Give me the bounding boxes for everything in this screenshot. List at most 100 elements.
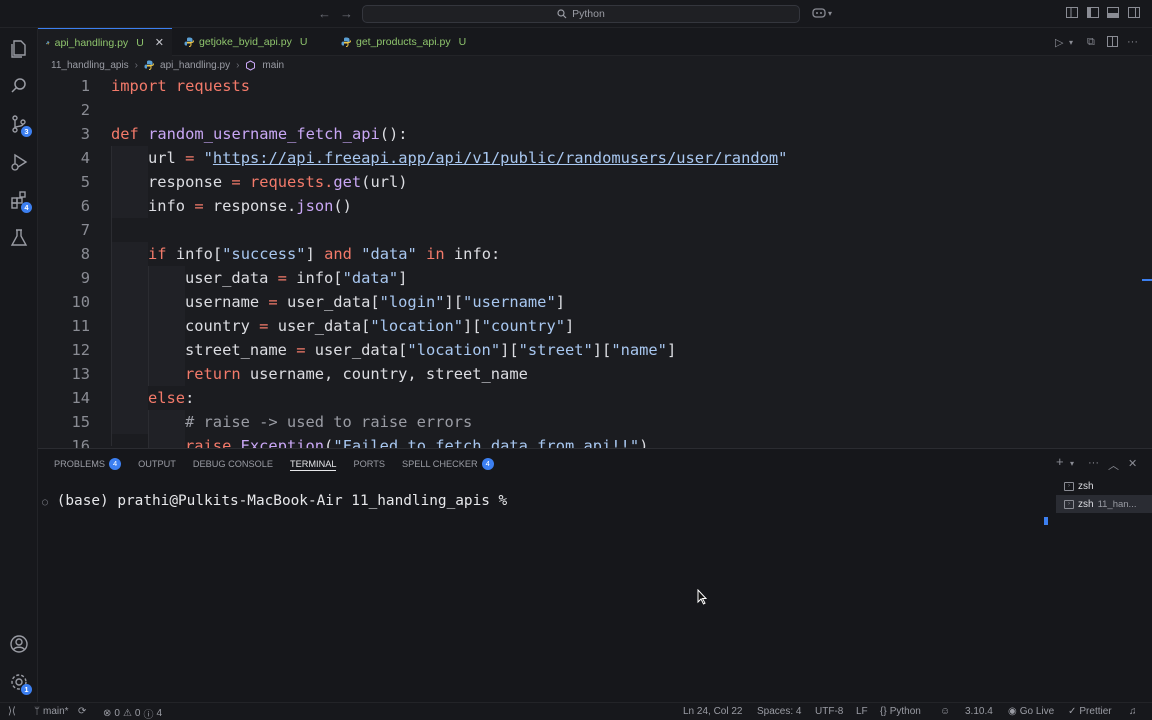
arrow-right-icon[interactable]: → — [340, 6, 353, 21]
prettier-status[interactable]: ✓ Prettier — [1068, 706, 1112, 717]
maximize-panel-icon[interactable]: ︿ — [1108, 457, 1119, 473]
python-version[interactable]: 3.10.4 — [965, 706, 993, 717]
untracked-indicator: U — [458, 36, 467, 48]
go-live-button[interactable]: ◉ Go Live — [1008, 706, 1054, 717]
code-editor[interactable]: 1 import requests 2 3 def random_username_… — [38, 74, 1152, 448]
code-text: response = requests.get(url) — [148, 173, 408, 191]
chevron-down-icon[interactable]: ▾ — [1070, 459, 1074, 468]
chevron-down-icon[interactable]: ▾ — [828, 9, 832, 18]
circle-icon: ○ — [42, 497, 49, 508]
run-debug-icon[interactable] — [9, 152, 29, 172]
code-text: raise Exception("Failed to fetch data fr… — [185, 437, 649, 448]
more-actions-icon[interactable]: ··· — [1127, 36, 1138, 48]
account-icon[interactable] — [9, 634, 29, 654]
spell-checker-badge: 4 — [481, 458, 494, 470]
tab-api-handling[interactable]: api_handling.py U ✕ — [38, 28, 172, 56]
close-icon[interactable]: ✕ — [1128, 457, 1137, 470]
code-text: return username, country, street_name — [185, 365, 528, 383]
tab-ports[interactable]: PORTS — [353, 457, 384, 471]
toggle-panel-icon[interactable] — [1107, 7, 1119, 21]
status-bar: ⟩⟨ ᛘ main* ⟳ ⊗ 0 ⚠ 0 ⓘ 4 Ln 24, Col 22 Spaces:… — [0, 702, 1152, 720]
testing-flask-icon[interactable] — [9, 228, 29, 248]
terminal-item[interactable]: › zsh — [1056, 477, 1152, 495]
code-text: url = "https://api.freeapi.app/api/v1/pu… — [148, 149, 788, 167]
line-number: 1 — [80, 77, 90, 95]
sync-icon[interactable]: ⟳ — [78, 706, 86, 717]
remote-icon[interactable]: ⟩⟨ — [8, 706, 16, 717]
terminal-item[interactable]: › zsh 11_han... — [1056, 495, 1152, 513]
line-number: 12 — [71, 341, 90, 359]
breadcrumb-folder[interactable]: 11_handling_apis — [51, 60, 129, 71]
line-number: 15 — [71, 413, 90, 431]
line-number: 11 — [71, 317, 90, 335]
python-file-icon — [46, 40, 50, 45]
cursor-position[interactable]: Ln 24, Col 22 — [683, 706, 743, 717]
copilot-icon[interactable] — [812, 7, 826, 22]
new-terminal-icon[interactable]: + — [1056, 454, 1064, 469]
tab-spell-checker[interactable]: SPELL CHECKER 4 — [402, 457, 494, 471]
code-line: 4 url = "https://api.freeapi.app/api/v1/p… — [38, 146, 1138, 170]
warning-icon: ⚠ — [122, 708, 132, 719]
line-number: 4 — [80, 149, 90, 167]
code-line: 7 — [38, 218, 1138, 242]
extensions-icon[interactable]: 4 — [9, 190, 32, 213]
code-line: 12 street_name = user_data["location"]["s… — [38, 338, 1138, 362]
code-text: if info["success"] and "data" in info: — [148, 245, 501, 263]
layout-icon[interactable] — [1066, 7, 1078, 21]
tab-output[interactable]: OUTPUT — [138, 457, 176, 471]
settings-badge: 1 — [21, 684, 32, 695]
chevron-down-icon[interactable]: ▾ — [1069, 38, 1073, 47]
breadcrumb-symbol[interactable]: main — [262, 60, 284, 71]
notifications-icon[interactable]: ♫ — [1129, 706, 1137, 717]
terminal-scrollbar[interactable] — [1044, 517, 1048, 525]
title-bar: ← → Python ▾ — [0, 0, 1152, 28]
terminal-output[interactable]: ○ (base) prathi@Pulkits-MacBook-Air 11_h… — [42, 493, 507, 509]
code-text: country = user_data["location"]["country… — [185, 317, 575, 335]
open-changes-icon[interactable]: ⧉ — [1087, 36, 1095, 49]
more-actions-icon[interactable]: ··· — [1088, 457, 1099, 469]
extensions-badge: 4 — [21, 202, 32, 213]
encoding[interactable]: UTF-8 — [815, 706, 843, 717]
line-number: 8 — [80, 245, 90, 263]
line-number: 10 — [71, 293, 90, 311]
toggle-secondary-sidebar-icon[interactable] — [1128, 7, 1140, 21]
code-text: username = user_data["login"]["username"… — [185, 293, 565, 311]
tab-problems[interactable]: PROBLEMS 4 — [54, 457, 122, 471]
code-text: import requests — [111, 77, 251, 95]
source-control-icon[interactable]: 3 — [9, 114, 32, 137]
indentation[interactable]: Spaces: 4 — [757, 706, 801, 717]
search-icon[interactable] — [9, 76, 29, 96]
line-number: 7 — [80, 221, 90, 239]
line-number: 14 — [71, 389, 90, 407]
tab-debug-console[interactable]: DEBUG CONSOLE — [193, 457, 273, 471]
editor-tab-bar: api_handling.py U ✕ getjoke_byid_api.py … — [38, 28, 1152, 56]
tab-label: get_products_api.py — [356, 36, 451, 48]
branch-status[interactable]: ᛘ main* — [34, 706, 69, 717]
python-file-icon — [144, 60, 155, 70]
tab-get-products-api[interactable]: get_products_api.py U — [333, 28, 474, 56]
python-file-icon — [184, 37, 194, 47]
terminal-list: › zsh › zsh 11_han... — [1056, 477, 1152, 513]
copilot-status-icon[interactable]: ☺ — [940, 706, 950, 717]
run-icon[interactable]: ▷ — [1055, 36, 1063, 49]
close-icon[interactable]: ✕ — [155, 36, 164, 49]
terminal-icon: › — [1064, 499, 1074, 509]
code-line: 14 else: — [38, 386, 1138, 410]
end-of-line[interactable]: LF — [856, 706, 868, 717]
toggle-sidebar-icon[interactable] — [1087, 7, 1099, 21]
terminal-prompt: (base) prathi@Pulkits-MacBook-Air 11_han… — [56, 493, 508, 509]
command-center-search[interactable]: Python — [362, 5, 800, 23]
language-mode[interactable]: {} Python — [880, 706, 921, 717]
url-link[interactable]: https://api.freeapi.app/api/v1/public/ra… — [213, 149, 778, 167]
breadcrumb-file[interactable]: api_handling.py — [160, 60, 230, 71]
gear-icon[interactable]: 1 — [9, 672, 32, 695]
problems-badge: 4 — [109, 458, 122, 470]
split-editor-icon[interactable] — [1107, 36, 1118, 50]
tab-getjoke-byid-api[interactable]: getjoke_byid_api.py U — [176, 28, 315, 56]
error-icon: ⊗ — [103, 708, 112, 719]
tab-terminal[interactable]: TERMINAL — [290, 457, 337, 471]
files-icon[interactable] — [9, 38, 29, 58]
chevron-right-icon: › — [134, 59, 139, 71]
arrow-left-icon[interactable]: ← — [318, 6, 331, 21]
problems-status[interactable]: ⊗ 0 ⚠ 0 ⓘ 4 — [103, 706, 162, 720]
